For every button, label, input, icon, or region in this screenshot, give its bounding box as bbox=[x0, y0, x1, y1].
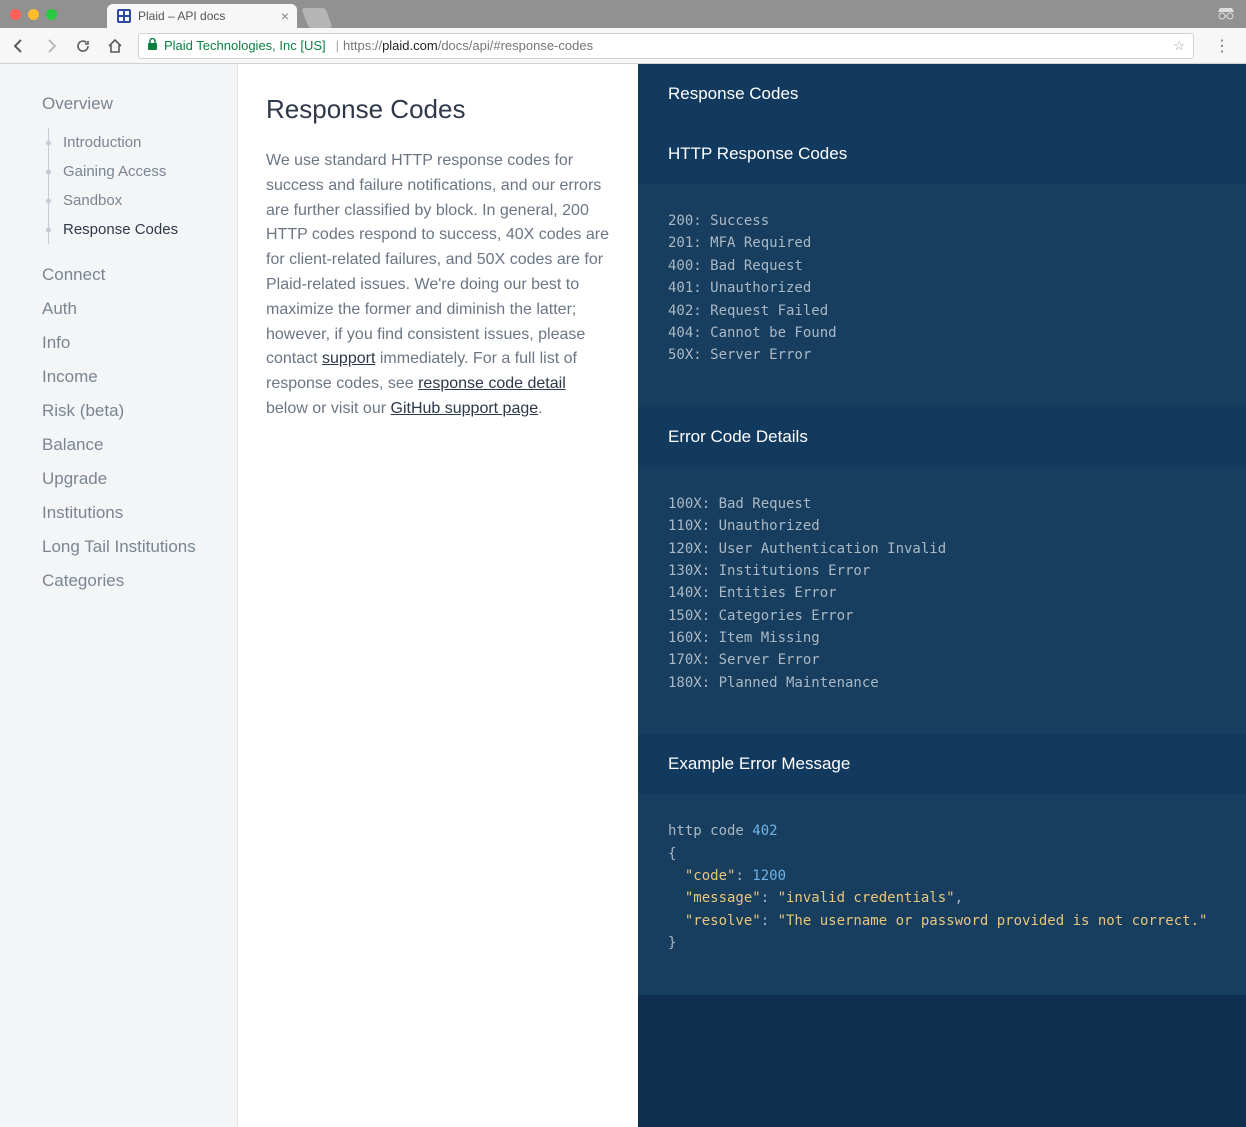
sidebar-item[interactable]: Income bbox=[42, 360, 237, 394]
url-path: /docs/api/#response-codes bbox=[438, 38, 593, 53]
tab-strip: Plaid – API docs × bbox=[107, 0, 329, 28]
code-line: 100X: Bad Request bbox=[668, 493, 1216, 515]
code-line: 140X: Entities Error bbox=[668, 582, 1216, 604]
response-code-detail-link[interactable]: response code detail bbox=[418, 375, 566, 392]
code-line: 200: Success bbox=[668, 210, 1216, 232]
sidebar-item[interactable]: Long Tail Institutions bbox=[42, 530, 237, 564]
url-domain: plaid.com bbox=[382, 38, 438, 53]
page-body: Overview IntroductionGaining AccessSandb… bbox=[0, 64, 1246, 1127]
sidebar-item[interactable]: Upgrade bbox=[42, 462, 237, 496]
page-title: Response Codes bbox=[266, 94, 610, 125]
favicon-icon bbox=[117, 9, 131, 23]
new-tab-button[interactable] bbox=[301, 8, 332, 28]
github-support-link[interactable]: GitHub support page bbox=[391, 400, 539, 417]
example-v1: 1200 bbox=[752, 868, 786, 884]
example-v2: "invalid credentials" bbox=[778, 890, 955, 906]
titlebar: Plaid – API docs × bbox=[0, 0, 1246, 28]
sidebar-item[interactable]: Categories bbox=[42, 564, 237, 598]
code-line: 150X: Categories Error bbox=[668, 605, 1216, 627]
main-paragraph: We use standard HTTP response codes for … bbox=[266, 149, 610, 422]
example-k2: "message" bbox=[685, 890, 761, 906]
url-separator: | bbox=[336, 38, 339, 53]
browser-tab[interactable]: Plaid – API docs × bbox=[107, 4, 297, 28]
code-line: 201: MFA Required bbox=[668, 232, 1216, 254]
sidebar-subitem[interactable]: Response Codes bbox=[49, 215, 237, 244]
ev-cert-label: Plaid Technologies, Inc [US] bbox=[164, 38, 326, 53]
main-text-3: below or visit our bbox=[266, 400, 391, 417]
main-content: Response Codes We use standard HTTP resp… bbox=[238, 64, 638, 1127]
code-line: 401: Unauthorized bbox=[668, 277, 1216, 299]
sidebar-subitems: IntroductionGaining AccessSandboxRespons… bbox=[48, 128, 237, 244]
right-title-error-details: Error Code Details bbox=[638, 407, 1246, 467]
reload-button[interactable] bbox=[74, 37, 92, 55]
right-title-http-codes: HTTP Response Codes bbox=[638, 124, 1246, 184]
right-title-response-codes: Response Codes bbox=[638, 64, 1246, 124]
sidebar-item[interactable]: Balance bbox=[42, 428, 237, 462]
url-protocol: https:// bbox=[343, 38, 382, 53]
code-line: 400: Bad Request bbox=[668, 255, 1216, 277]
sidebar-subitem[interactable]: Gaining Access bbox=[49, 157, 237, 186]
lock-icon bbox=[147, 38, 158, 54]
tab-title: Plaid – API docs bbox=[138, 9, 225, 23]
sidebar-subitem[interactable]: Introduction bbox=[49, 128, 237, 157]
sidebar-item[interactable]: Risk (beta) bbox=[42, 394, 237, 428]
example-v3: "The username or password provided is no… bbox=[778, 913, 1208, 929]
code-line: 110X: Unauthorized bbox=[668, 515, 1216, 537]
main-text-4: . bbox=[538, 400, 542, 417]
sidebar-subitem[interactable]: Sandbox bbox=[49, 186, 237, 215]
example-pre: http code bbox=[668, 823, 752, 839]
code-line: 180X: Planned Maintenance bbox=[668, 672, 1216, 694]
http-codes-block: 200: Success201: MFA Required400: Bad Re… bbox=[638, 184, 1246, 407]
back-button[interactable] bbox=[10, 37, 28, 55]
bookmark-star-icon[interactable]: ☆ bbox=[1173, 38, 1185, 54]
code-line: 130X: Institutions Error bbox=[668, 560, 1216, 582]
support-link[interactable]: support bbox=[322, 350, 375, 367]
code-line: 404: Cannot be Found bbox=[668, 322, 1216, 344]
browser-menu-button[interactable]: ⋮ bbox=[1208, 36, 1236, 56]
sidebar: Overview IntroductionGaining AccessSandb… bbox=[0, 64, 238, 1127]
forward-button[interactable] bbox=[42, 37, 60, 55]
address-bar[interactable]: Plaid Technologies, Inc [US] | https://p… bbox=[138, 33, 1194, 59]
example-error-block: http code 402 { "code": 1200 "message": … bbox=[638, 794, 1246, 994]
error-codes-block: 100X: Bad Request110X: Unauthorized120X:… bbox=[638, 467, 1246, 735]
right-panel: Response Codes HTTP Response Codes 200: … bbox=[638, 64, 1246, 1127]
main-text-1: We use standard HTTP response codes for … bbox=[266, 152, 609, 367]
example-open-brace: { bbox=[668, 843, 1216, 865]
sidebar-item[interactable]: Connect bbox=[42, 258, 237, 292]
sidebar-item[interactable]: Auth bbox=[42, 292, 237, 326]
sidebar-item[interactable]: Institutions bbox=[42, 496, 237, 530]
window-close-button[interactable] bbox=[10, 9, 21, 20]
code-line: 170X: Server Error bbox=[668, 649, 1216, 671]
window-minimize-button[interactable] bbox=[28, 9, 39, 20]
code-line: 402: Request Failed bbox=[668, 300, 1216, 322]
example-http-num: 402 bbox=[752, 823, 777, 839]
code-line: 120X: User Authentication Invalid bbox=[668, 538, 1216, 560]
home-button[interactable] bbox=[106, 37, 124, 55]
window-maximize-button[interactable] bbox=[46, 9, 57, 20]
example-k1: "code" bbox=[685, 868, 736, 884]
incognito-icon bbox=[1216, 4, 1236, 25]
traffic-lights bbox=[10, 9, 57, 20]
close-tab-icon[interactable]: × bbox=[281, 9, 289, 23]
browser-toolbar: Plaid Technologies, Inc [US] | https://p… bbox=[0, 28, 1246, 64]
sidebar-overview[interactable]: Overview bbox=[42, 94, 237, 114]
example-k3: "resolve" bbox=[685, 913, 761, 929]
code-line: 160X: Item Missing bbox=[668, 627, 1216, 649]
sidebar-item[interactable]: Info bbox=[42, 326, 237, 360]
code-line: 50X: Server Error bbox=[668, 344, 1216, 366]
example-close-brace: } bbox=[668, 932, 1216, 954]
right-title-example: Example Error Message bbox=[638, 734, 1246, 794]
